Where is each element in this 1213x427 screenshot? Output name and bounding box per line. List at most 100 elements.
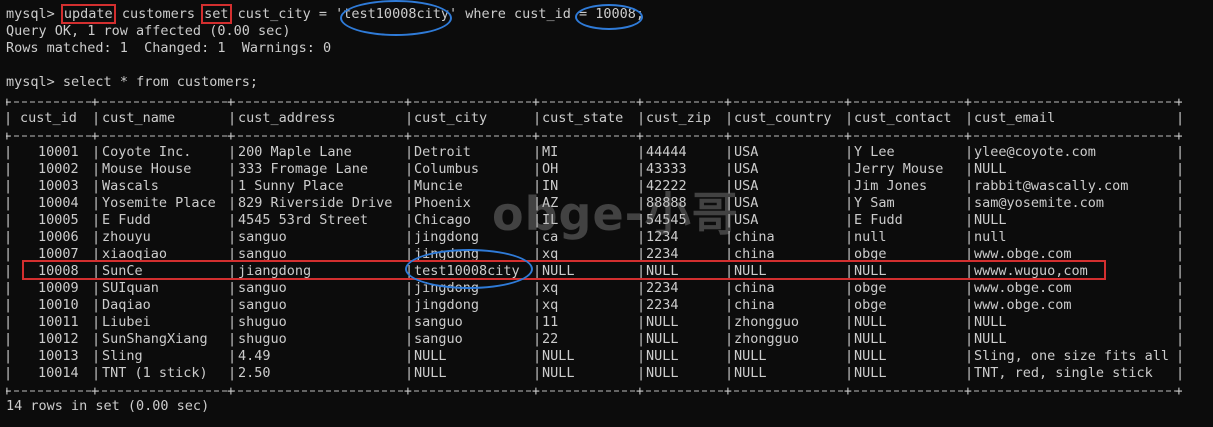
column-separator: |: [725, 314, 734, 330]
column-header: cust_zip: [646, 110, 712, 126]
table-cell: 10010: [38, 297, 79, 313]
table-cell: Daqiao: [102, 297, 151, 313]
column-separator: |: [725, 365, 734, 381]
table-cell: 43333: [646, 161, 687, 177]
column-separator: |: [1176, 144, 1185, 160]
column-separator: |: [4, 297, 13, 313]
table-cell: 1234: [646, 229, 679, 245]
column-header: cust_contact: [854, 110, 952, 126]
column-separator: |: [637, 365, 646, 381]
table-cell: NULL: [646, 314, 679, 330]
column-separator: |: [228, 348, 237, 364]
table-cell: Columbus: [414, 161, 480, 177]
table-cell: 4545 53rd Street: [238, 212, 369, 228]
table-cell: obge: [854, 280, 887, 296]
svg-text:+: +: [1175, 384, 1182, 399]
column-separator: |: [228, 178, 237, 194]
column-separator: |: [405, 314, 414, 330]
column-header: cust_state: [542, 110, 624, 126]
svg-text:+: +: [6, 95, 11, 110]
column-separator: |: [965, 314, 974, 330]
column-separator: |: [1176, 263, 1185, 279]
column-separator: |: [637, 195, 646, 211]
table-cell: Sling, one size fits all: [974, 348, 1170, 364]
table-cell: 10013: [38, 348, 79, 364]
column-separator: |: [228, 195, 237, 211]
table-cell: zhouyu: [102, 229, 151, 245]
table-cell: USA: [734, 195, 759, 211]
table-cell: 200 Maple Lane: [238, 144, 352, 160]
table-cell: NULL: [646, 365, 679, 381]
column-separator: |: [965, 365, 974, 381]
column-separator: |: [965, 246, 974, 262]
table-cell: china: [734, 297, 775, 313]
svg-text:+: +: [6, 129, 11, 144]
column-separator: |: [1176, 178, 1185, 194]
table-cell: sanguo: [238, 229, 287, 245]
column-separator: |: [1176, 229, 1185, 245]
update-command-line: mysql> update customers set cust_city = …: [6, 4, 644, 24]
table-cell: jingdong: [414, 246, 480, 262]
table-cell: 2234: [646, 280, 679, 296]
column-separator: |: [533, 110, 542, 126]
column-separator: |: [405, 144, 414, 160]
column-separator: |: [637, 263, 646, 279]
table-cell: Muncie: [414, 178, 463, 194]
column-separator: |: [92, 144, 101, 160]
table-cell: china: [734, 229, 775, 245]
table-row: | | | | | | | | | | 10002 Mouse House 333 Fromage La…: [4, 161, 1184, 178]
column-separator: |: [637, 229, 646, 245]
table-cell: NULL: [646, 263, 679, 279]
table-cell: china: [734, 246, 775, 262]
column-separator: |: [4, 331, 13, 347]
svg-text:+: +: [404, 95, 412, 110]
column-separator: |: [405, 297, 414, 313]
column-separator: |: [1176, 195, 1185, 211]
table-cell: MI: [542, 144, 559, 160]
table-cell: 4.49: [238, 348, 271, 364]
table-cell: 10007: [38, 246, 79, 262]
column-separator: |: [965, 348, 974, 364]
table-cell: 1 Sunny Place: [238, 178, 344, 194]
table-row: | | | | | | | | | | 10007 xiaoqiao sanguo jingdong xq 2…: [4, 246, 1184, 263]
table-cell: TNT (1 stick): [102, 365, 208, 381]
table-cell: NULL: [542, 263, 575, 279]
table-cell: NULL: [646, 348, 679, 364]
column-separator: |: [725, 280, 734, 296]
command-text: ' where cust_id =: [448, 6, 596, 22]
column-separator: |: [1176, 110, 1185, 126]
svg-text:+: +: [532, 384, 540, 399]
column-separator: |: [965, 178, 974, 194]
table-cell: wwww.wuguo,com: [974, 263, 1088, 279]
table-border-header: + + + + + + + + + +: [6, 127, 1182, 144]
table-cell: 22: [542, 331, 559, 347]
column-separator: |: [92, 195, 101, 211]
table-cell: Y Lee: [854, 144, 895, 160]
terminal-window[interactable]: mysql> update customers set cust_city = …: [0, 0, 1213, 427]
table-row: | | | | | | | | | | 10009 SUIquan sanguo jingdong xq 22…: [4, 280, 1184, 297]
table-cell: NULL: [854, 348, 887, 364]
table-cell: 10002: [38, 161, 79, 177]
table-cell: rabbit@wascally.com: [974, 178, 1129, 194]
column-separator: |: [533, 229, 542, 245]
table-cell: Sling: [102, 348, 143, 364]
column-separator: |: [725, 178, 734, 194]
svg-text:+: +: [844, 384, 852, 399]
table-cell: NULL: [854, 263, 887, 279]
column-separator: |: [405, 365, 414, 381]
svg-text:+: +: [964, 129, 972, 144]
svg-text:+: +: [404, 384, 412, 399]
column-separator: |: [405, 331, 414, 347]
svg-text:+: +: [227, 95, 235, 110]
table-cell: xq: [542, 246, 559, 262]
column-header: cust_id: [20, 110, 77, 126]
table-cell: 10014: [38, 365, 79, 381]
column-separator: |: [4, 144, 13, 160]
column-separator: |: [637, 246, 646, 262]
table-cell: 2234: [646, 297, 679, 313]
table-cell: 88888: [646, 195, 687, 211]
table-cell: 10005: [38, 212, 79, 228]
column-separator: |: [405, 246, 414, 262]
table-row: | | | | | | | | | | 10010 Daqiao sanguo jingdong xq 223…: [4, 297, 1184, 314]
column-separator: |: [637, 212, 646, 228]
